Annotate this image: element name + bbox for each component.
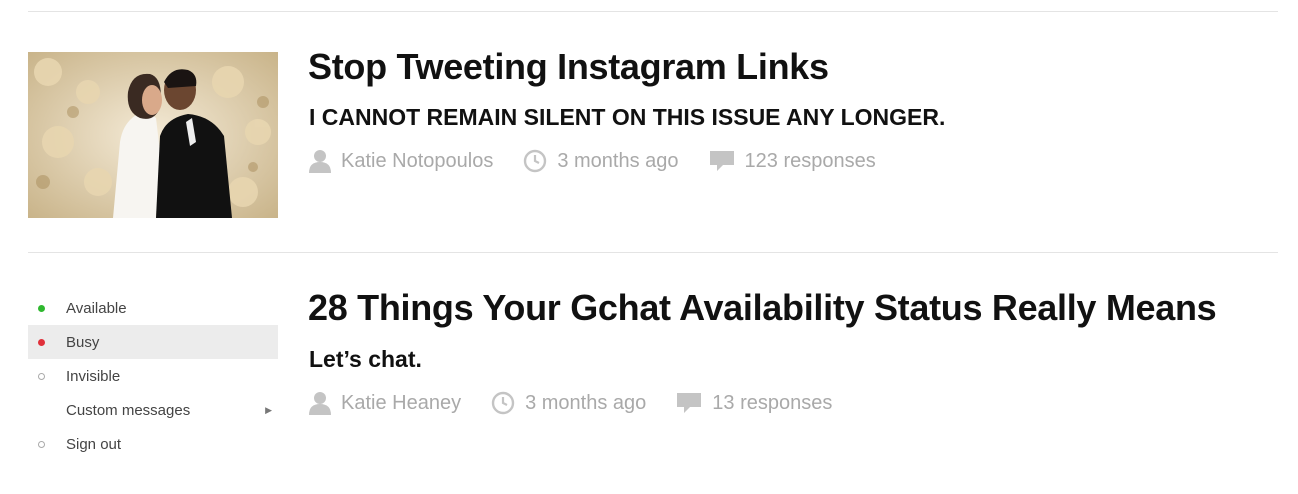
speech-bubble-icon — [677, 393, 702, 413]
article-dek: I CANNOT REMAIN SILENT ON THIS ISSUE ANY… — [309, 104, 946, 130]
menu-item-label: Available — [66, 299, 127, 317]
responses-link[interactable]: 123 responses — [709, 149, 876, 173]
article-divider — [28, 252, 1278, 253]
time-ago: 3 months ago — [557, 149, 679, 172]
menu-item-label: Sign out — [66, 435, 122, 453]
red-status-dot-icon — [38, 338, 45, 346]
article-meta: Katie Notopoulos 3 months ago 123 respon… — [309, 146, 876, 176]
green-status-dot-icon — [38, 304, 45, 312]
top-divider — [28, 11, 1278, 12]
author-byline[interactable]: Katie Notopoulos — [309, 149, 493, 173]
responses-count[interactable]: 13 responses — [712, 392, 832, 415]
timestamp: 3 months ago — [491, 391, 646, 415]
clock-icon — [524, 149, 547, 173]
article-title[interactable]: Stop Tweeting Instagram Links — [308, 47, 829, 87]
responses-link[interactable]: 13 responses — [676, 391, 832, 415]
article-dek: Let’s chat. — [309, 346, 422, 372]
article-title[interactable]: 28 Things Your Gchat Availability Status… — [308, 288, 1217, 328]
menu-item-sign-out: Sign out — [28, 427, 278, 461]
clock-icon — [491, 391, 515, 415]
time-ago: 3 months ago — [525, 391, 647, 414]
author-name[interactable]: Katie Heaney — [341, 392, 461, 415]
timestamp: 3 months ago — [523, 149, 679, 173]
gray-status-dot-icon — [38, 372, 45, 380]
responses-count[interactable]: 123 responses — [745, 150, 876, 173]
speech-bubble-icon — [709, 151, 734, 171]
author-name[interactable]: Katie Notopoulos — [341, 150, 493, 173]
menu-item-invisible: Invisible — [28, 359, 278, 393]
article-meta: Katie Heaney 3 months ago 13 responses — [309, 388, 832, 418]
gchat-status-menu-thumbnail[interactable]: Available Busy Invisible Custom messages… — [28, 291, 278, 461]
menu-item-available: Available — [28, 291, 278, 325]
person-icon — [309, 150, 331, 173]
menu-item-busy: Busy — [28, 325, 278, 359]
gray-status-dot-icon — [38, 440, 45, 448]
submenu-arrow-icon: ▶ — [265, 404, 272, 415]
wedding-photo-image — [28, 52, 278, 218]
menu-item-label: Invisible — [66, 367, 121, 385]
person-icon — [309, 392, 331, 415]
menu-item-label: Custom messages — [66, 401, 191, 419]
article-thumbnail-photo[interactable] — [28, 52, 278, 218]
menu-item-custom-messages: Custom messages ▶ — [28, 393, 278, 427]
menu-item-label: Busy — [66, 333, 100, 351]
author-byline[interactable]: Katie Heaney — [309, 391, 461, 415]
